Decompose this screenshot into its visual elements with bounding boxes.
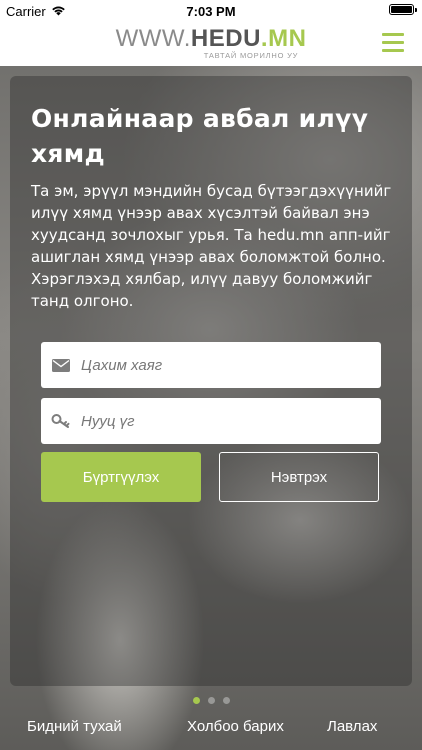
logo[interactable]: WWW.HEDU.MN: [0, 26, 422, 52]
email-field[interactable]: [41, 342, 381, 388]
envelope-icon: [41, 358, 81, 372]
clock: 7:03 PM: [186, 4, 236, 19]
app-header: WWW.HEDU.MN ТАВТАЙ МОРИЛНО УУ: [0, 22, 422, 66]
logo-tld: .MN: [260, 25, 307, 52]
email-input[interactable]: [81, 342, 381, 388]
status-right: [389, 4, 417, 15]
page-dot-3[interactable]: [222, 697, 230, 704]
hamburger-menu-icon[interactable]: [382, 33, 404, 53]
footer-link-about[interactable]: Бидний тухай: [27, 718, 122, 735]
footer-nav: Бидний тухай Холбоо барих Лавлах: [0, 715, 422, 739]
page-dot-2[interactable]: [207, 697, 215, 704]
footer-link-faq[interactable]: Лавлах: [327, 718, 377, 735]
key-icon: [41, 413, 81, 429]
password-field[interactable]: [41, 398, 381, 444]
page-indicator: [0, 697, 422, 704]
status-bar: Carrier 7:03 PM: [0, 0, 422, 22]
page-dot-1[interactable]: [192, 697, 200, 704]
register-button[interactable]: Бүртгүүлэх: [41, 452, 201, 502]
page-title: Онлайнаар авбал илүү хямд: [31, 104, 369, 168]
logo-prefix: WWW.: [115, 25, 191, 52]
page-description: Та эм, эрүүл мэндийн бусад бүтээгдэхүүни…: [31, 182, 392, 310]
logo-tagline: ТАВТАЙ МОРИЛНО УУ: [203, 51, 299, 60]
password-input[interactable]: [81, 398, 381, 444]
login-button[interactable]: Нэвтрэх: [219, 452, 379, 502]
logo-brand: HEDU: [190, 25, 261, 52]
footer-link-contact[interactable]: Холбоо барих: [187, 718, 284, 735]
battery-icon: [389, 4, 417, 15]
